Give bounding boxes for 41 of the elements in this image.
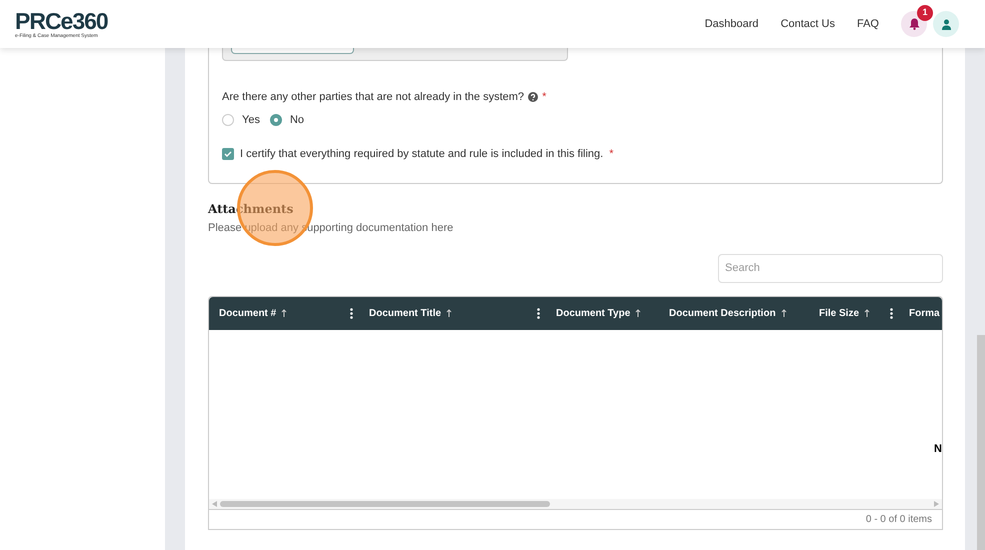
- certify-label: I certify that everything required by statute and rule is included in this filing.: [240, 147, 604, 162]
- bell-icon: [908, 18, 920, 30]
- vertical-scrollbar[interactable]: [965, 48, 985, 550]
- scrollbar-thumb[interactable]: [977, 335, 985, 550]
- required-mark: *: [609, 147, 614, 162]
- column-header[interactable]: Document Description: [669, 306, 776, 320]
- column-header[interactable]: Document #: [219, 306, 276, 320]
- column-header[interactable]: File Size: [819, 306, 860, 320]
- scrollbar-thumb[interactable]: [220, 500, 550, 506]
- radio-label: No: [290, 112, 304, 128]
- question-label: Are there any other parties that are not already in the system?: [222, 90, 524, 105]
- nav-link[interactable]: FAQ: [856, 16, 879, 32]
- sort-arrow-icon[interactable]: [864, 309, 870, 317]
- check-icon: [224, 150, 232, 158]
- sort-arrow-icon[interactable]: [446, 309, 452, 317]
- column-header[interactable]: Document Title: [369, 306, 442, 320]
- sort-arrow-icon[interactable]: [635, 309, 642, 317]
- user-icon: [940, 18, 952, 30]
- column-header[interactable]: Document Type: [556, 306, 630, 320]
- column-menu-icon[interactable]: [350, 308, 353, 318]
- logo[interactable]: PRCe360: [15, 9, 108, 33]
- input-field[interactable]: [231, 48, 354, 54]
- radio-label: Yes: [242, 112, 260, 128]
- checkbox[interactable]: [222, 148, 234, 160]
- radio-button[interactable]: [270, 114, 282, 126]
- pager-text: 0 - 0 of 0 items: [866, 512, 932, 526]
- nav-link[interactable]: Dashboard: [704, 16, 759, 32]
- column-menu-icon[interactable]: [537, 308, 540, 318]
- help-icon: [528, 92, 538, 102]
- nav-link[interactable]: Contact Us: [780, 16, 835, 32]
- required-mark: *: [542, 90, 546, 105]
- search-field[interactable]: Search: [718, 254, 943, 282]
- column-header[interactable]: Forma: [909, 306, 940, 320]
- empty-message: N: [934, 442, 942, 456]
- account-button[interactable]: [933, 11, 959, 37]
- sort-arrow-icon[interactable]: [780, 309, 787, 317]
- sort-arrow-icon[interactable]: [281, 309, 288, 317]
- notification-badge: 1: [917, 5, 933, 21]
- horizontal-scrollbar[interactable]: [209, 498, 942, 508]
- radio-button[interactable]: [222, 114, 234, 126]
- column-menu-icon[interactable]: [890, 308, 893, 318]
